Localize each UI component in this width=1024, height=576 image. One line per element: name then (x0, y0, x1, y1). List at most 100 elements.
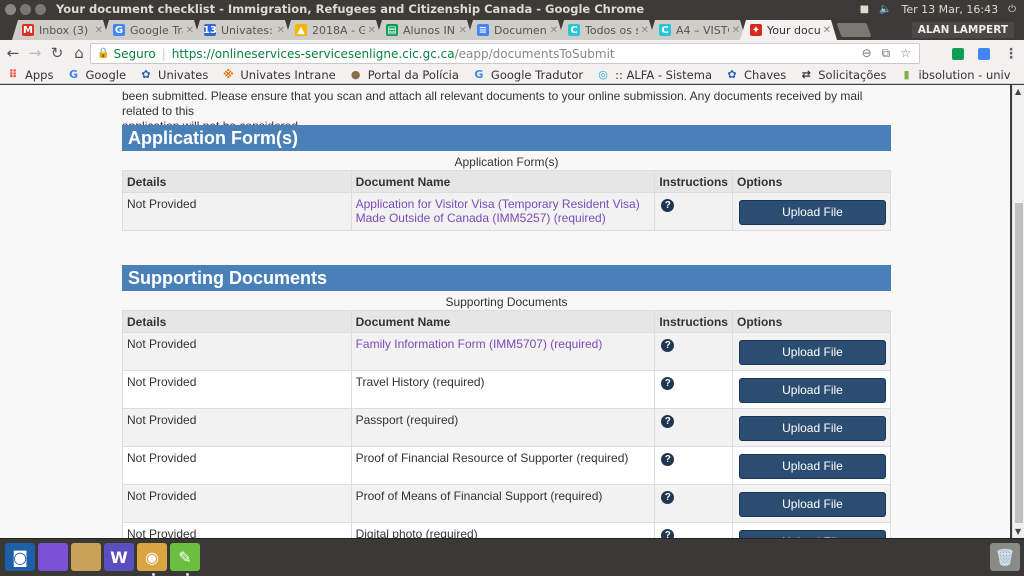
divider: | (161, 46, 166, 61)
window-close-button[interactable] (5, 3, 16, 15)
chrome-icon[interactable]: ◉ (137, 543, 167, 571)
help-question-icon[interactable]: ? (661, 377, 675, 390)
bookmark-0[interactable]: ⠿ Apps (7, 68, 54, 82)
translate-icon[interactable]: ⧉ (882, 46, 891, 61)
browser-tab-8[interactable]: ✦ Your docu ✕ (740, 20, 837, 40)
tab-close-icon[interactable]: ✕ (186, 25, 194, 36)
upload-file-button[interactable]: Upload File (738, 416, 886, 441)
power-icon[interactable]: ⏻ (1008, 4, 1016, 15)
instructions-cell: ? (654, 370, 733, 409)
document-name: Travel History (required) (355, 375, 485, 389)
document-link[interactable]: Application for Visitor Visa (Temporary … (356, 197, 640, 225)
scroll-thumb[interactable] (1015, 203, 1023, 523)
tab-close-icon[interactable]: ✕ (823, 25, 831, 36)
google-classroom-extension-icon[interactable] (952, 48, 964, 60)
column-header-details: Details (122, 170, 352, 193)
upload-file-button[interactable]: Upload File (738, 492, 886, 517)
help-question-icon[interactable]: ? (661, 339, 675, 352)
lock-icon[interactable]: 🔒 (97, 48, 109, 59)
browser-tab-7[interactable]: C A4 – VISTO ✕ (649, 20, 746, 40)
univates-icon: ✿ (141, 68, 151, 81)
bookmark-8[interactable]: ⇄ Solicitações (800, 67, 887, 82)
browser-tab-5[interactable]: ≡ Document ✕ (467, 20, 564, 40)
browser-tab-1[interactable]: G Google Tra ✕ (103, 20, 200, 40)
files-folder-icon[interactable] (71, 543, 101, 571)
tab-close-icon[interactable]: ✕ (732, 25, 740, 36)
bookmark-4[interactable]: ● Portal da Polícia (350, 68, 459, 82)
page-scrollbar[interactable]: ▲ ▼ (1012, 85, 1024, 538)
address-bar[interactable]: 🔒 Seguro | https://onlineservices-servic… (90, 43, 920, 64)
details-cell: Not Provided (122, 370, 352, 409)
window-minimize-button[interactable] (20, 3, 31, 15)
upload-file-button[interactable]: Upload File (738, 378, 886, 403)
upload-file-button[interactable]: Upload File (738, 454, 886, 479)
bookmark-9[interactable]: ▮ ibsolution - univ (900, 68, 1010, 82)
secure-label[interactable]: Seguro (113, 47, 155, 61)
bookmark-5[interactable]: G Google Tradutor (473, 68, 583, 82)
help-question-icon[interactable]: ? (661, 529, 675, 538)
bookmark-1[interactable]: G Google (67, 68, 126, 82)
document-name-cell: Proof of Financial Resource of Supporter… (350, 446, 656, 485)
table-row: Not Provided Passport (required)? Upload F… (122, 408, 892, 447)
bookmark-label: Solicitações (818, 67, 887, 82)
instructions-cell: ? (654, 408, 733, 447)
page-content: been submitted. Please ensure that you s… (0, 85, 1010, 538)
url-path[interactable]: /eapp/documentsToSubmit (455, 47, 615, 61)
browser-tab-2[interactable]: 13 Univates: ✕ (194, 20, 291, 40)
document-name: Proof of Financial Resource of Supporter… (355, 451, 629, 465)
profile-user-button[interactable]: ALAN LAMPERT (911, 22, 1014, 38)
url-host[interactable]: https://onlineservices-servicesenligne.c… (172, 47, 455, 61)
ubuntu-dash-icon[interactable]: ◙ (5, 543, 35, 571)
back-button[interactable]: ← (2, 44, 24, 62)
options-cell: Upload File (731, 370, 892, 409)
bookmarks-bar: ⠿ Apps G Google ✿ Univates ※ Univates In… (0, 66, 1024, 84)
workspace-switcher-icon[interactable] (38, 543, 68, 571)
browser-tab-6[interactable]: C Todos os s ✕ (558, 20, 655, 40)
upload-file-button[interactable]: Upload File (738, 200, 886, 225)
tab-close-icon[interactable]: ✕ (459, 25, 467, 36)
home-button[interactable]: ⌂ (68, 44, 90, 62)
google-translate-extension-icon[interactable] (978, 48, 990, 60)
bookmark-7[interactable]: ✿ Chaves (726, 68, 786, 82)
help-question-icon[interactable]: ? (661, 199, 675, 212)
scroll-down-arrow-icon[interactable]: ▼ (1015, 527, 1021, 536)
green-app-icon[interactable]: ✎ (170, 543, 200, 571)
document-name: Passport (required) (355, 413, 459, 427)
document-name-cell: Passport (required) (350, 408, 656, 447)
column-header-options: Options (731, 310, 892, 333)
wps-writer-icon[interactable]: W (104, 543, 134, 571)
bookmark-6[interactable]: ◎ :: ALFA - Sistema (597, 68, 712, 82)
tab-close-icon[interactable]: ✕ (641, 25, 649, 36)
window-maximize-button[interactable] (35, 3, 46, 15)
clock[interactable]: Ter 13 Mar, 16:43 (902, 3, 999, 16)
options-cell: Upload File (731, 446, 892, 485)
zoom-icon[interactable]: ⊖ (862, 46, 872, 61)
browser-tab-4[interactable]: ▤ Alunos IN ✕ (376, 20, 473, 40)
tab-close-icon[interactable]: ✕ (368, 25, 376, 36)
table-row: Not Provided Application for Visitor Visa… (122, 192, 892, 231)
column-header-instructions: Instructions (654, 170, 733, 193)
tab-label: A4 – VISTO (676, 23, 728, 37)
trash-icon[interactable]: 🗑 (990, 543, 1020, 571)
tab-close-icon[interactable]: ✕ (277, 25, 285, 36)
new-tab-button[interactable] (836, 23, 872, 37)
bookmark-3[interactable]: ※ Univates Intrane (222, 68, 336, 82)
bookmark-star-icon[interactable]: ☆ (900, 46, 911, 61)
bookmark-2[interactable]: ✿ Univates (140, 68, 208, 82)
scroll-up-arrow-icon[interactable]: ▲ (1015, 87, 1021, 96)
tab-close-icon[interactable]: ✕ (95, 25, 103, 36)
tab-close-icon[interactable]: ✕ (550, 25, 558, 36)
upload-file-button[interactable]: Upload File (738, 530, 886, 538)
browser-tab-3[interactable]: ▲ 2018A - Go ✕ (285, 20, 382, 40)
document-link[interactable]: Family Information Form (IMM5707) (requi… (356, 337, 603, 351)
volume-icon[interactable]: 🔈 (879, 4, 891, 15)
network-icon[interactable]: ■ (860, 4, 869, 15)
reload-button[interactable]: ↻ (46, 44, 68, 62)
help-question-icon[interactable]: ? (661, 453, 675, 466)
chrome-menu-icon[interactable]: ⋮ (1004, 46, 1018, 62)
upload-file-button[interactable]: Upload File (738, 340, 886, 365)
help-question-icon[interactable]: ? (661, 415, 675, 428)
browser-tab-0[interactable]: M Inbox (3) - ✕ (12, 20, 109, 40)
help-question-icon[interactable]: ? (661, 491, 675, 504)
forward-button[interactable]: → (24, 44, 46, 62)
